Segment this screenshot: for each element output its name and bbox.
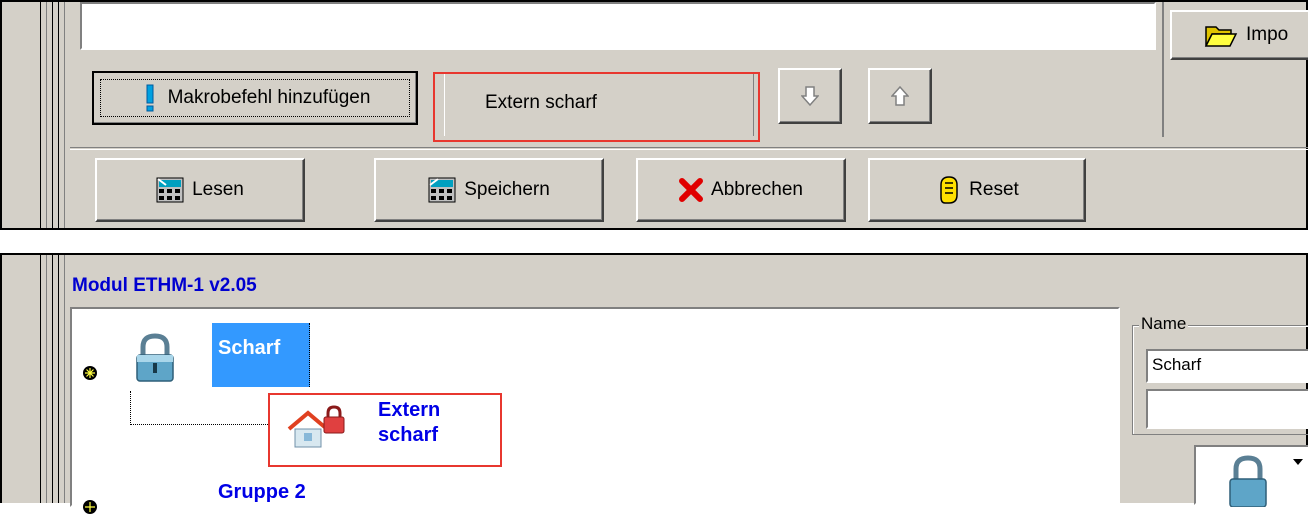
move-down-button[interactable] [778, 68, 842, 124]
red-x-icon [679, 178, 704, 202]
module-title: Modul ETHM-1 v2.05 [72, 275, 257, 296]
name-input[interactable]: Scharf [1146, 349, 1308, 383]
cancel-button[interactable]: Abbrechen [636, 158, 846, 222]
name-groupbox-label: Name [1139, 314, 1189, 334]
save-button[interactable]: Speichern [374, 158, 604, 222]
macro-text-area[interactable] [80, 2, 1156, 50]
import-button[interactable]: Impo [1170, 10, 1308, 60]
reset-hand-icon [940, 176, 958, 204]
padlock-icon [1229, 455, 1267, 507]
reset-label: Reset [969, 179, 1019, 200]
expand-node-icon-2[interactable] [82, 499, 98, 515]
left-frame-strip [2, 255, 70, 503]
macro-command-dropdown[interactable]: Extern scharf [444, 74, 754, 136]
tree-connector [130, 391, 270, 425]
save-calculator-icon [428, 177, 456, 203]
child-node-line2: scharf [378, 424, 439, 446]
tree-node-scharf[interactable]: Scharf [212, 323, 310, 387]
bottom-bar-separator [70, 147, 1308, 150]
focus-rect [100, 79, 410, 117]
dropdown-value: Extern scharf [485, 92, 597, 113]
import-button-label: Impo [1246, 24, 1289, 45]
open-folder-icon [1204, 26, 1238, 47]
save-label: Speichern [464, 179, 550, 200]
padlock-icon [136, 333, 174, 382]
right-pane-divider [1162, 2, 1164, 137]
left-frame-strip [2, 2, 70, 228]
arrow-up-icon [891, 86, 909, 106]
read-calculator-icon [156, 177, 184, 203]
group-tree[interactable]: Scharf Extern scharf Gruppe 2 [70, 307, 1120, 514]
tree-node-extern-scharf[interactable]: Extern scharf [378, 399, 440, 447]
tree-node-gruppe-2[interactable]: Gruppe 2 [218, 481, 306, 504]
top-screenshot: Impo Makrobefehl hinzufügen Extern schar… [0, 0, 1308, 230]
tree-node-scharf-label: Scharf [218, 337, 281, 359]
icon-picker[interactable] [1194, 445, 1308, 507]
move-up-button[interactable] [868, 68, 932, 124]
second-input[interactable] [1146, 389, 1308, 429]
read-label: Lesen [192, 179, 244, 200]
arrow-down-icon [801, 86, 819, 106]
house-lock-icon [287, 405, 345, 448]
name-input-value: Scharf [1152, 355, 1202, 374]
child-node-line1: Extern [378, 399, 441, 421]
expand-node-icon[interactable] [82, 365, 98, 381]
read-button[interactable]: Lesen [95, 158, 305, 222]
chevron-down-icon[interactable] [1292, 457, 1304, 467]
cancel-label: Abbrechen [711, 179, 803, 200]
bottom-screenshot: Modul ETHM-1 v2.05 Scharf Extern scharf … [0, 253, 1308, 514]
reset-button[interactable]: Reset [868, 158, 1086, 222]
add-macro-button[interactable]: Makrobefehl hinzufügen [92, 71, 418, 125]
